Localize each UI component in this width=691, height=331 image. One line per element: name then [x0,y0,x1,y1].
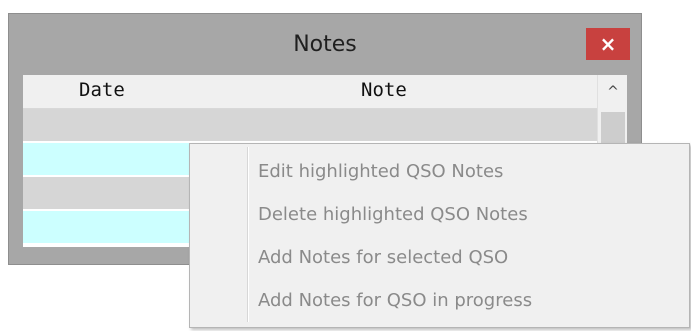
menu-separator-highlight [248,147,249,322]
column-header-date[interactable]: Date [79,79,125,101]
chevron-up-icon: ^ [607,83,619,100]
menu-item-add-notes-selected[interactable]: Add Notes for selected QSO [258,240,508,276]
scroll-up-button[interactable]: ^ [598,75,627,108]
close-icon: × [599,32,617,56]
menu-item-edit-notes[interactable]: Edit highlighted QSO Notes [258,154,503,190]
window-title: Notes [293,31,357,57]
context-menu: Edit highlighted QSO Notes Delete highli… [189,143,690,328]
menu-item-delete-notes[interactable]: Delete highlighted QSO Notes [258,197,528,233]
menu-item-add-notes-in-progress[interactable]: Add Notes for QSO in progress [258,283,532,319]
table-row[interactable] [23,109,597,141]
column-header-note[interactable]: Note [361,79,407,101]
grid-header: Date Note [23,75,597,109]
close-button[interactable]: × [586,28,630,60]
